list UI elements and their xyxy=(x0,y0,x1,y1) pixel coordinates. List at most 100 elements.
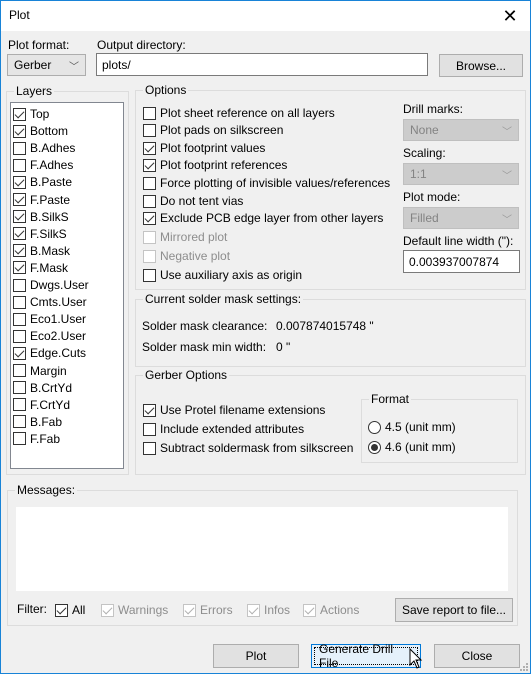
layer-f-paste-label: F.Paste xyxy=(30,192,71,207)
plot-button[interactable]: Plot xyxy=(213,644,299,668)
filter-infos-label: Infos xyxy=(264,603,291,617)
layer-f-crtyd[interactable]: F.CrtYd xyxy=(13,397,70,413)
checkbox-unchecked[interactable] xyxy=(13,295,26,309)
format-radio-1[interactable]: 4.6 (unit mm) xyxy=(368,439,456,455)
checkbox-unchecked[interactable] xyxy=(13,141,26,155)
layer-b-mask[interactable]: B.Mask xyxy=(13,243,70,259)
solder-mask-min-width-value: 0 " xyxy=(276,340,291,354)
checkbox-checked xyxy=(247,603,260,617)
scaling-select[interactable]: 1:1 ﹀ xyxy=(403,163,519,185)
close-button[interactable]: Close xyxy=(434,644,520,668)
resize-grip-icon[interactable] xyxy=(518,661,528,671)
layer-edge-cuts[interactable]: Edge.Cuts xyxy=(13,345,86,361)
checkbox-checked[interactable] xyxy=(143,403,156,417)
option-checkbox-0[interactable]: Plot sheet reference on all layers xyxy=(143,105,335,121)
checkbox-unchecked[interactable] xyxy=(13,158,26,172)
option-checkbox-9[interactable]: Use auxiliary axis as origin xyxy=(143,267,302,283)
layer-eco1-user[interactable]: Eco1.User xyxy=(13,311,86,327)
radio-selected[interactable] xyxy=(368,440,381,454)
gerber-checkbox-0[interactable]: Use Protel filename extensions xyxy=(143,402,325,418)
browse-button[interactable]: Browse... xyxy=(439,54,523,77)
output-directory-input[interactable] xyxy=(96,53,428,76)
checkbox-checked[interactable] xyxy=(13,107,26,121)
layer-dwgs-user-label: Dwgs.User xyxy=(30,278,89,292)
checkbox-checked[interactable] xyxy=(13,346,26,360)
checkbox-checked[interactable] xyxy=(13,261,26,275)
layer-b-fab-label: B.Fab xyxy=(30,414,63,429)
checkbox-unchecked[interactable] xyxy=(13,415,26,429)
checkbox-checked[interactable] xyxy=(13,193,26,206)
option-checkbox-4[interactable]: Force plotting of invisible values/refer… xyxy=(143,175,390,191)
checkbox-unchecked[interactable] xyxy=(143,268,156,282)
option-checkbox-5-label: Do not tent vias xyxy=(160,194,244,208)
layer-b-adhes-label: B.Adhes xyxy=(30,141,76,156)
layer-eco1-user-label: Eco1.User xyxy=(30,312,87,327)
drill-marks-label: Drill marks: xyxy=(403,102,463,116)
checkbox-unchecked[interactable] xyxy=(143,106,156,120)
checkbox-checked[interactable] xyxy=(55,603,68,617)
option-checkbox-6[interactable]: Exclude PCB edge layer from other layers xyxy=(143,210,383,226)
layer-margin[interactable]: Margin xyxy=(13,363,67,379)
checkbox-unchecked[interactable] xyxy=(143,422,156,436)
solder-mask-min-width-label: Solder mask min width: xyxy=(142,340,267,354)
checkbox-unchecked[interactable] xyxy=(143,123,156,137)
checkbox-unchecked[interactable] xyxy=(13,432,26,446)
plot-mode-select[interactable]: Filled ﹀ xyxy=(403,207,519,229)
layer-b-silks[interactable]: B.SilkS xyxy=(13,209,69,225)
drill-marks-select[interactable]: None ﹀ xyxy=(403,119,519,141)
layer-f-silks[interactable]: F.SilkS xyxy=(13,226,67,242)
layer-f-paste[interactable]: F.Paste xyxy=(13,192,70,208)
close-icon[interactable]: ✕ xyxy=(490,1,530,31)
checkbox-unchecked[interactable] xyxy=(13,381,26,395)
filter-all[interactable]: All xyxy=(55,602,85,618)
checkbox-unchecked[interactable] xyxy=(13,329,26,343)
layer-b-fab[interactable]: B.Fab xyxy=(13,414,62,430)
generate-drill-file-button[interactable]: Generate Drill File xyxy=(311,642,421,670)
format-radio-0[interactable]: 4.5 (unit mm) xyxy=(368,419,456,435)
layer-dwgs-user[interactable]: Dwgs.User xyxy=(13,277,89,293)
plot-format-select[interactable]: Gerber ﹀ xyxy=(7,54,86,76)
checkbox-unchecked[interactable] xyxy=(13,278,26,292)
layer-b-crtyd[interactable]: B.CrtYd xyxy=(13,380,72,396)
chevron-down-icon: ﹀ xyxy=(502,171,512,182)
line-width-input[interactable] xyxy=(403,250,520,273)
checkbox-checked xyxy=(101,603,114,617)
filter-label: Filter: xyxy=(17,602,47,616)
layer-top[interactable]: Top xyxy=(13,106,49,122)
radio-unselected[interactable] xyxy=(368,420,381,434)
option-checkbox-5[interactable]: Do not tent vias xyxy=(143,193,243,209)
layer-bottom[interactable]: Bottom xyxy=(13,123,68,139)
layer-f-mask[interactable]: F.Mask xyxy=(13,260,68,276)
checkbox-checked[interactable] xyxy=(143,211,156,225)
option-checkbox-3[interactable]: Plot footprint references xyxy=(143,157,287,173)
gerber-checkbox-2[interactable]: Subtract soldermask from silkscreen xyxy=(143,440,353,456)
option-checkbox-1[interactable]: Plot pads on silkscreen xyxy=(143,122,283,138)
checkbox-checked[interactable] xyxy=(13,124,26,138)
checkbox-checked[interactable] xyxy=(143,158,156,172)
checkbox-checked[interactable] xyxy=(13,210,26,224)
checkbox-checked xyxy=(303,603,316,617)
checkbox-checked[interactable] xyxy=(13,244,26,258)
gerber-checkbox-1[interactable]: Include extended attributes xyxy=(143,421,304,437)
checkbox-unchecked[interactable] xyxy=(13,398,26,412)
layer-eco2-user[interactable]: Eco2.User xyxy=(13,328,86,344)
layer-f-adhes[interactable]: F.Adhes xyxy=(13,157,73,173)
checkbox-unchecked[interactable] xyxy=(13,364,26,377)
layer-f-mask-label: F.Mask xyxy=(30,260,69,275)
title-bar: Plot ✕ xyxy=(1,1,530,31)
checkbox-unchecked[interactable] xyxy=(143,441,156,455)
checkbox-unchecked[interactable] xyxy=(143,176,156,190)
option-checkbox-2[interactable]: Plot footprint values xyxy=(143,140,265,156)
messages-textarea[interactable] xyxy=(16,507,508,591)
checkbox-unchecked[interactable] xyxy=(13,312,26,326)
layer-cmts-user[interactable]: Cmts.User xyxy=(13,294,87,310)
checkbox-checked[interactable] xyxy=(13,175,26,189)
checkbox-checked[interactable] xyxy=(143,141,156,155)
layer-b-adhes[interactable]: B.Adhes xyxy=(13,140,75,156)
layer-f-fab[interactable]: F.Fab xyxy=(13,431,60,447)
solder-mask-group: Current solder mask settings: xyxy=(135,292,526,367)
checkbox-checked[interactable] xyxy=(13,227,26,241)
layer-b-paste[interactable]: B.Paste xyxy=(13,174,72,190)
checkbox-unchecked[interactable] xyxy=(143,194,156,208)
save-report-button[interactable]: Save report to file... xyxy=(395,598,513,622)
